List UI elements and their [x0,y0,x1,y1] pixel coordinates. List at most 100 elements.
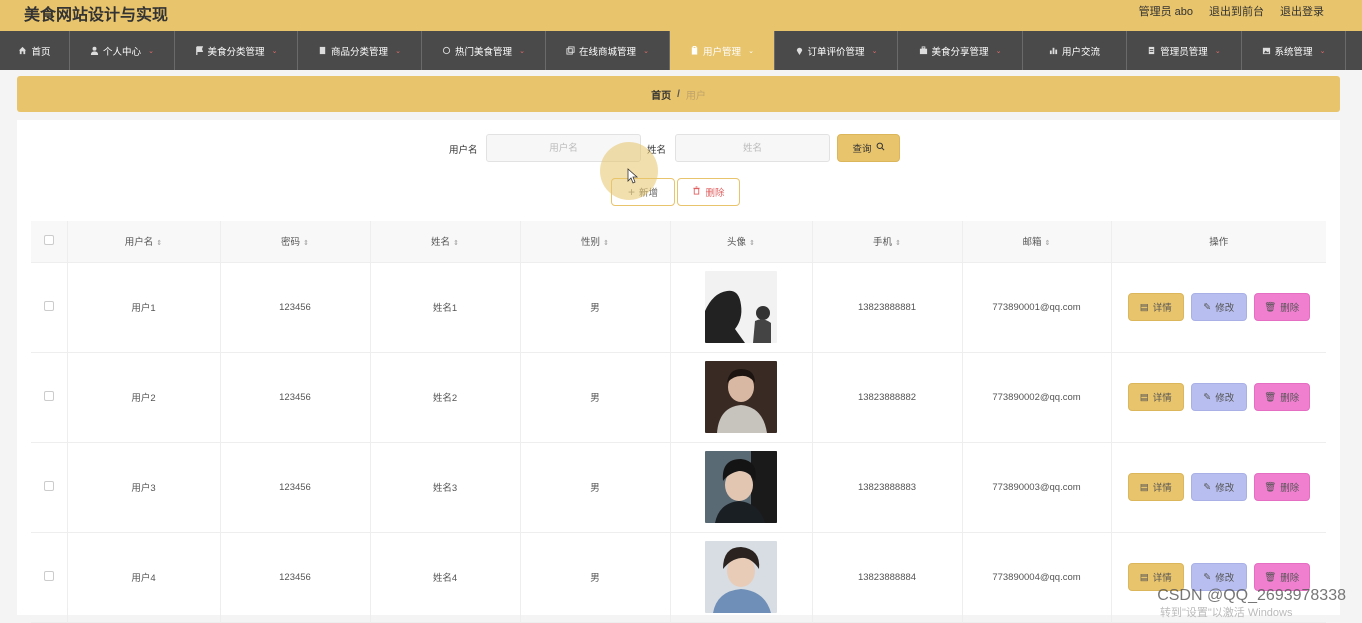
add-button[interactable]: + 新增 [611,178,675,206]
select-all-checkbox[interactable] [44,235,54,245]
main-nav: 首页 个人中心⌄ 美食分类管理 ⌄ 商品分类管理⌄ 热门美食管理⌄ 在线商城管理 ⌄… [0,31,1362,70]
add-label: 新增 [639,185,658,199]
sort-icon: ⇕ [1045,240,1051,247]
nav-item-hot-food[interactable]: 热门美食管理⌄ [422,31,546,70]
column-label: 性别 [581,237,600,248]
cell-username: 用户2 [67,352,220,442]
batch-delete-button[interactable]: 删除 [677,178,740,206]
row-select-cell [31,262,67,352]
chevron-down-icon: ⌄ [272,47,278,55]
nav-label: 热门美食管理 [455,44,512,58]
cell-phone: 13823888881 [812,262,962,352]
column-header[interactable]: 头像⇕ [670,221,812,262]
logout-link[interactable]: 退出登录 [1280,3,1324,19]
avatar [705,271,777,343]
detail-button[interactable]: ▤详情 [1128,473,1184,501]
column-label: 手机 [873,237,892,248]
chevron-down-icon: ⌄ [643,47,649,55]
nav-item-admin-management[interactable]: 管理员管理⌄ [1127,31,1242,70]
breadcrumb: 首页 / 用户 [17,76,1340,112]
nav-label: 美食分类管理 [208,44,265,58]
sort-icon: ⇕ [749,240,755,247]
column-header[interactable]: 手机⇕ [812,221,962,262]
query-button[interactable]: 查询 [837,134,900,162]
edit-button[interactable]: ✎修改 [1191,293,1247,321]
column-label: 用户名 [125,237,154,248]
name-input[interactable] [675,134,830,162]
detail-label: 详情 [1153,570,1172,584]
username-input[interactable] [486,134,641,162]
cell-avatar [670,532,812,622]
nav-item-food-category[interactable]: 美食分类管理 ⌄ [175,31,298,70]
row-checkbox[interactable] [44,301,54,311]
cell-password: 123456 [220,532,370,622]
nav-item-user-exchange[interactable]: 用户交流 [1023,31,1127,70]
breadcrumb-current: 用户 [686,87,706,102]
nav-item-goods-category[interactable]: 商品分类管理⌄ [298,31,422,70]
top-links: 管理员 abo 退出到前台 退出登录 [1139,3,1324,19]
detail-icon: ▤ [1140,302,1149,313]
row-checkbox[interactable] [44,481,54,491]
avatar [705,451,777,523]
cell-ops: ▤ 详情 ✎修改 🗑删除 [1111,352,1326,442]
breadcrumb-home[interactable]: 首页 [651,87,671,102]
edit-icon: ✎ [1203,392,1211,403]
trash-icon: 🗑 [1264,572,1276,583]
column-label: 密码 [281,237,300,248]
edit-button[interactable]: ✎修改 [1191,383,1247,411]
cell-name: 姓名1 [370,262,520,352]
back-front-link[interactable]: 退出到前台 [1209,3,1264,19]
nav-label: 在线商城管理 [579,44,636,58]
sort-icon: ⇕ [453,240,459,247]
detail-label: 详情 [1153,300,1172,314]
row-checkbox[interactable] [44,391,54,401]
query-label: 查询 [852,141,871,155]
detail-label: 详情 [1153,390,1172,404]
windows-activation-watermark: 转到"设置"以激活 Windows [1160,604,1293,620]
username-label: 用户名 [449,142,478,156]
cell-name: 姓名2 [370,352,520,442]
nav-item-user-management[interactable]: 用户管理⌄ [670,31,775,70]
column-header[interactable]: 密码⇕ [220,221,370,262]
column-header[interactable]: 性别⇕ [520,221,670,262]
column-header[interactable]: 用户名⇕ [67,221,220,262]
nav-item-food-share[interactable]: 美食分享管理⌄ [898,31,1023,70]
nav-label: 管理员管理 [1160,44,1208,58]
delete-label: 删除 [1280,480,1299,494]
delete-label: 删除 [705,185,724,199]
column-header[interactable]: 姓名⇕ [370,221,520,262]
cell-email: 773890004@qq.com [962,532,1111,622]
chart-icon [1049,46,1058,55]
nav-item-profile[interactable]: 个人中心⌄ [70,31,175,70]
nav-item-system-management[interactable]: 系统管理⌄ [1242,31,1346,70]
nav-item-order-review[interactable]: 订单评价管理⌄ [775,31,898,70]
admin-label: 管理员 abo [1139,3,1193,19]
delete-button[interactable]: 🗑删除 [1254,473,1310,501]
nav-item-home[interactable]: 首页 [0,31,70,70]
nav-label: 商品分类管理 [331,44,388,58]
select-all-cell [31,221,67,262]
delete-button[interactable]: 🗑删除 [1254,383,1310,411]
cell-username: 用户3 [67,442,220,532]
trash-icon: 🗑 [1264,392,1276,403]
detail-icon: ▤ [1140,392,1149,403]
action-row: + 新增 删除 [611,178,740,206]
column-label: 姓名 [431,237,450,248]
edit-button[interactable]: ✎修改 [1191,473,1247,501]
nav-label: 首页 [31,44,50,58]
row-checkbox[interactable] [44,571,54,581]
detail-button[interactable]: ▤ 详情 [1128,293,1184,321]
nav-item-online-mall[interactable]: 在线商城管理 ⌄ [546,31,670,70]
cell-ops: ▤ 详情 ✎修改 🗑删除 [1111,262,1326,352]
cell-username: 用户4 [67,532,220,622]
top-header: 美食网站设计与实现 管理员 abo 退出到前台 退出登录 [0,0,1362,31]
cell-avatar [670,352,812,442]
flag-icon [195,46,204,55]
delete-button[interactable]: 🗑删除 [1254,293,1310,321]
cell-password: 123456 [220,262,370,352]
nav-label: 个人中心 [103,44,141,58]
detail-button[interactable]: ▤ 详情 [1128,383,1184,411]
column-header[interactable]: 邮箱⇕ [962,221,1111,262]
cell-username: 用户1 [67,262,220,352]
cell-gender: 男 [520,352,670,442]
